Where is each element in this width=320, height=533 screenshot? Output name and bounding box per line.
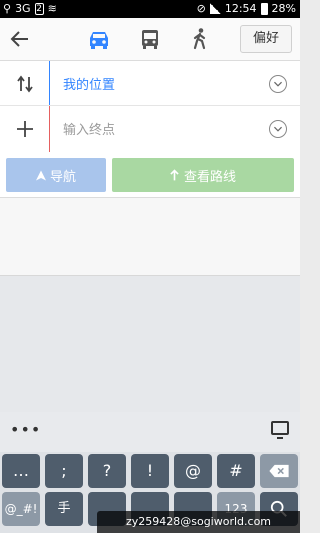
route-card: 我的位置 输入终点 [0, 61, 300, 152]
navigation-arrow-icon [35, 170, 46, 180]
header: 偏好 [0, 18, 300, 61]
empty-area [0, 276, 300, 412]
mute-icon: ⊘ [196, 2, 206, 15]
key-ellipsis[interactable]: … [2, 454, 40, 488]
key-semicolon[interactable]: ; [45, 454, 83, 488]
arrow-up-icon [170, 169, 179, 181]
handwriting-key[interactable]: 手 [45, 492, 83, 526]
battery-level: 28% [271, 2, 296, 15]
view-route-label: 查看路线 [183, 169, 236, 185]
start-row[interactable]: 我的位置 [0, 61, 300, 106]
start-field[interactable]: 我的位置 [63, 74, 115, 93]
symbols-key[interactable]: @_#! [2, 492, 40, 526]
keyboard-icon[interactable] [271, 421, 289, 439]
key-at[interactable]: @ [174, 454, 212, 488]
navigate-button[interactable]: 导航 [6, 158, 106, 192]
chevron-down-icon[interactable] [269, 120, 287, 138]
keyboard-toolbar: ••• [0, 412, 300, 452]
backspace-key[interactable] [260, 454, 298, 488]
plus-icon[interactable] [14, 118, 36, 140]
sim-icon: 2 [34, 2, 44, 15]
usb-icon: ⚲ [3, 2, 12, 15]
content-area [0, 198, 300, 276]
clock: 12:54 [224, 2, 257, 15]
status-bar: ⚲ 3G 2 ≋ ⊘ 12:54 28% [0, 0, 300, 18]
end-marker [49, 106, 50, 152]
wifi-icon: ≋ [47, 2, 57, 15]
walk-icon[interactable] [187, 27, 213, 51]
backspace-icon [269, 464, 289, 478]
battery-icon [260, 2, 268, 15]
start-marker [49, 61, 50, 105]
chevron-down-icon[interactable] [269, 75, 287, 93]
end-row[interactable]: 输入终点 [0, 106, 300, 152]
car-icon[interactable] [86, 27, 112, 51]
bus-icon[interactable] [137, 27, 163, 51]
action-bar: 导航 查看路线 [0, 152, 300, 198]
watermark: zy259428@sogiworld.com [97, 511, 300, 533]
arrow-left-icon[interactable] [9, 28, 31, 50]
network-type: 3G [15, 2, 31, 15]
key-hash[interactable]: # [217, 454, 255, 488]
end-field[interactable]: 输入终点 [63, 119, 115, 138]
preference-button[interactable]: 偏好 [240, 25, 292, 53]
key-exclamation[interactable]: ! [131, 454, 169, 488]
navigate-label: 导航 [49, 169, 76, 185]
signal-icon [209, 3, 221, 14]
more-options-button[interactable]: ••• [10, 420, 41, 439]
swap-icon[interactable] [14, 73, 36, 95]
view-route-button[interactable]: 查看路线 [112, 158, 294, 192]
key-question[interactable]: ? [88, 454, 126, 488]
